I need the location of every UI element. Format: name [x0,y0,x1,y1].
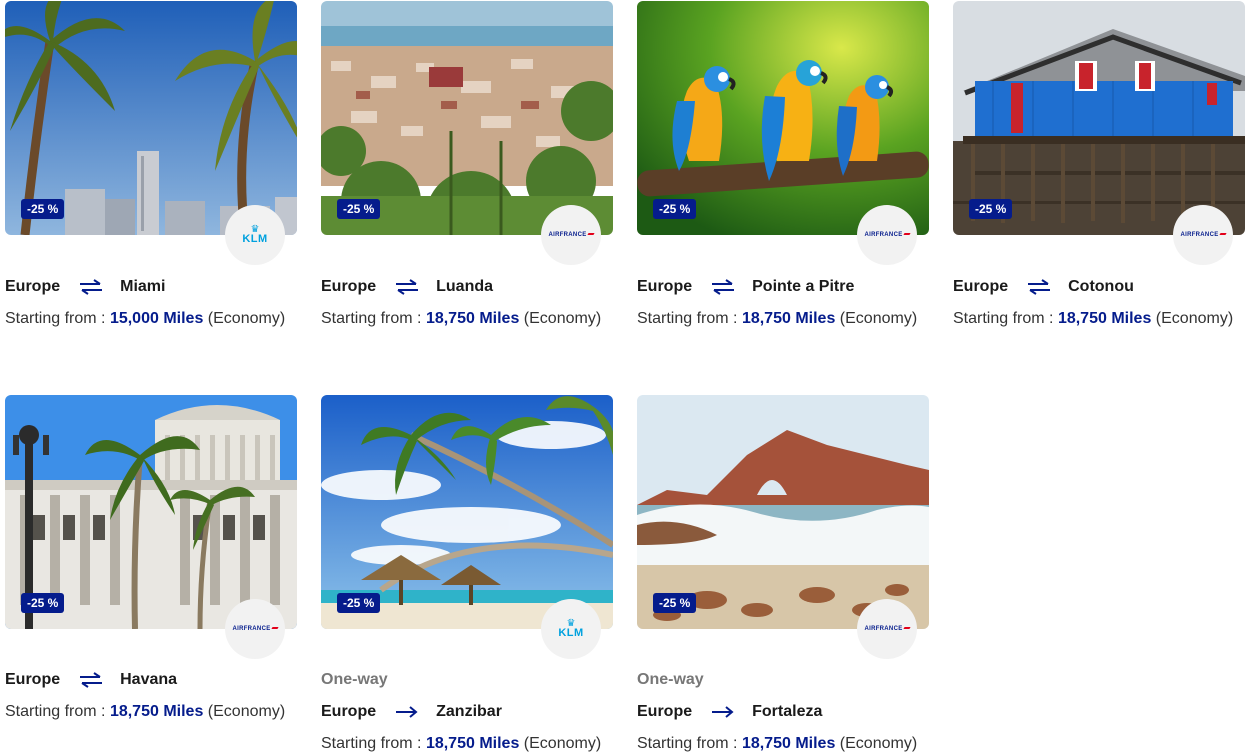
destination: Miami [120,278,166,295]
discount-badge: -25 % [21,199,65,219]
origin: Europe [321,703,377,720]
destination-photo: -25 % [637,1,929,235]
price-prefix: Starting from : [321,735,422,752]
price-line: Starting from : 18,750 Miles (Economy) [953,310,1233,328]
discount-badge: -25 % [653,593,697,613]
route: Europe Fortaleza [637,703,822,721]
destination-card-cotonou[interactable]: -25 % AIRFRANCE Europe Cotonou Starting … [953,1,1245,327]
destination-photo: -25 % [321,1,613,235]
destination: Pointe a Pitre [752,278,855,295]
destination: Cotonou [1068,278,1134,295]
miles-value: 18,750 Miles [1057,310,1152,327]
miles-value: 18,750 Miles [425,310,520,327]
airfrance-logo: AIRFRANCE [1173,205,1233,265]
round-trip-icon [712,279,735,295]
discount-badge: -25 % [337,199,381,219]
price-prefix: Starting from : [637,735,738,752]
destination-card-luanda[interactable]: -25 % AIRFRANCE Europe Luanda Starting f… [321,1,613,327]
origin: Europe [5,671,61,688]
miles-value: 18,750 Miles [425,735,520,752]
route: Europe Luanda [321,278,493,296]
airline-name: AIRFRANCE [1180,232,1227,238]
route: Europe Havana [5,671,177,689]
price-line: Starting from : 18,750 Miles (Economy) [321,310,601,328]
price-prefix: Starting from : [321,310,422,327]
cabin-class: (Economy) [207,703,286,720]
miles-value: 15,000 Miles [109,310,204,327]
price-prefix: Starting from : [5,310,106,327]
airfrance-logo: AIRFRANCE [857,599,917,659]
round-trip-icon [396,279,419,295]
origin: Europe [953,278,1009,295]
airline-name: KLM [558,627,584,639]
price-prefix: Starting from : [5,703,106,720]
destination-photo: -25 % [5,1,297,235]
round-trip-icon [80,279,103,295]
destination-card-havana[interactable]: -25 % AIRFRANCE Europe Havana Starting f… [5,395,297,720]
cabin-class: (Economy) [839,310,918,327]
price-line: Starting from : 18,750 Miles (Economy) [637,735,917,753]
cabin-class: (Economy) [207,310,286,327]
airline-name: KLM [242,233,268,245]
trip-type-label: One-way [637,671,704,688]
destination: Havana [120,671,178,688]
origin: Europe [637,278,693,295]
price-line: Starting from : 18,750 Miles (Economy) [5,703,285,721]
cabin-class: (Economy) [523,735,602,752]
route: Europe Zanzibar [321,703,502,721]
price-prefix: Starting from : [637,310,738,327]
one-way-arrow-icon [396,706,418,718]
destination-photo: -25 % [953,1,1245,235]
destination: Luanda [436,278,494,295]
airfrance-logo: AIRFRANCE [857,205,917,265]
airline-name: AIRFRANCE [548,232,595,238]
one-way-arrow-icon [712,706,734,718]
airfrance-logo: AIRFRANCE [225,599,285,659]
destination-photo: -25 % [5,395,297,629]
destination: Fortaleza [752,703,823,720]
cabin-class: (Economy) [523,310,602,327]
miles-value: 18,750 Miles [741,310,836,327]
route: Europe Miami [5,278,165,296]
price-line: Starting from : 18,750 Miles (Economy) [321,735,601,753]
route: Europe Pointe a Pitre [637,278,854,296]
destination-card-miami[interactable]: -25 % ♛ KLM Europe Miami Starting from : … [5,1,297,327]
klm-logo: ♛ KLM [541,599,601,659]
destination-card-zanzibar[interactable]: -25 % ♛ KLM One-way Europe Zanzibar Start… [321,395,613,752]
round-trip-icon [80,672,103,688]
trip-type-label: One-way [321,671,388,688]
discount-badge: -25 % [969,199,1013,219]
miles-value: 18,750 Miles [109,703,204,720]
airline-name: AIRFRANCE [232,626,279,632]
destination-photo: -25 % [321,395,613,629]
price-prefix: Starting from : [953,310,1054,327]
destination-card-fortaleza[interactable]: -25 % AIRFRANCE One-way Europe Fortaleza… [637,395,929,752]
destination: Zanzibar [436,703,502,720]
round-trip-icon [1028,279,1051,295]
cabin-class: (Economy) [839,735,918,752]
origin: Europe [5,278,61,295]
airfrance-logo: AIRFRANCE [541,205,601,265]
price-line: Starting from : 15,000 Miles (Economy) [5,310,285,328]
airline-name: AIRFRANCE [864,232,911,238]
discount-badge: -25 % [337,593,381,613]
price-line: Starting from : 18,750 Miles (Economy) [637,310,917,328]
destination-photo: -25 % [637,395,929,629]
klm-logo: ♛ KLM [225,205,285,265]
miles-value: 18,750 Miles [741,735,836,752]
origin: Europe [321,278,377,295]
cabin-class: (Economy) [1155,310,1234,327]
airline-name: AIRFRANCE [864,626,911,632]
origin: Europe [637,703,693,720]
discount-badge: -25 % [653,199,697,219]
discount-badge: -25 % [21,593,65,613]
route: Europe Cotonou [953,278,1134,296]
destination-card-pointe-a-pitre[interactable]: -25 % AIRFRANCE Europe Pointe a Pitre St… [637,1,929,327]
